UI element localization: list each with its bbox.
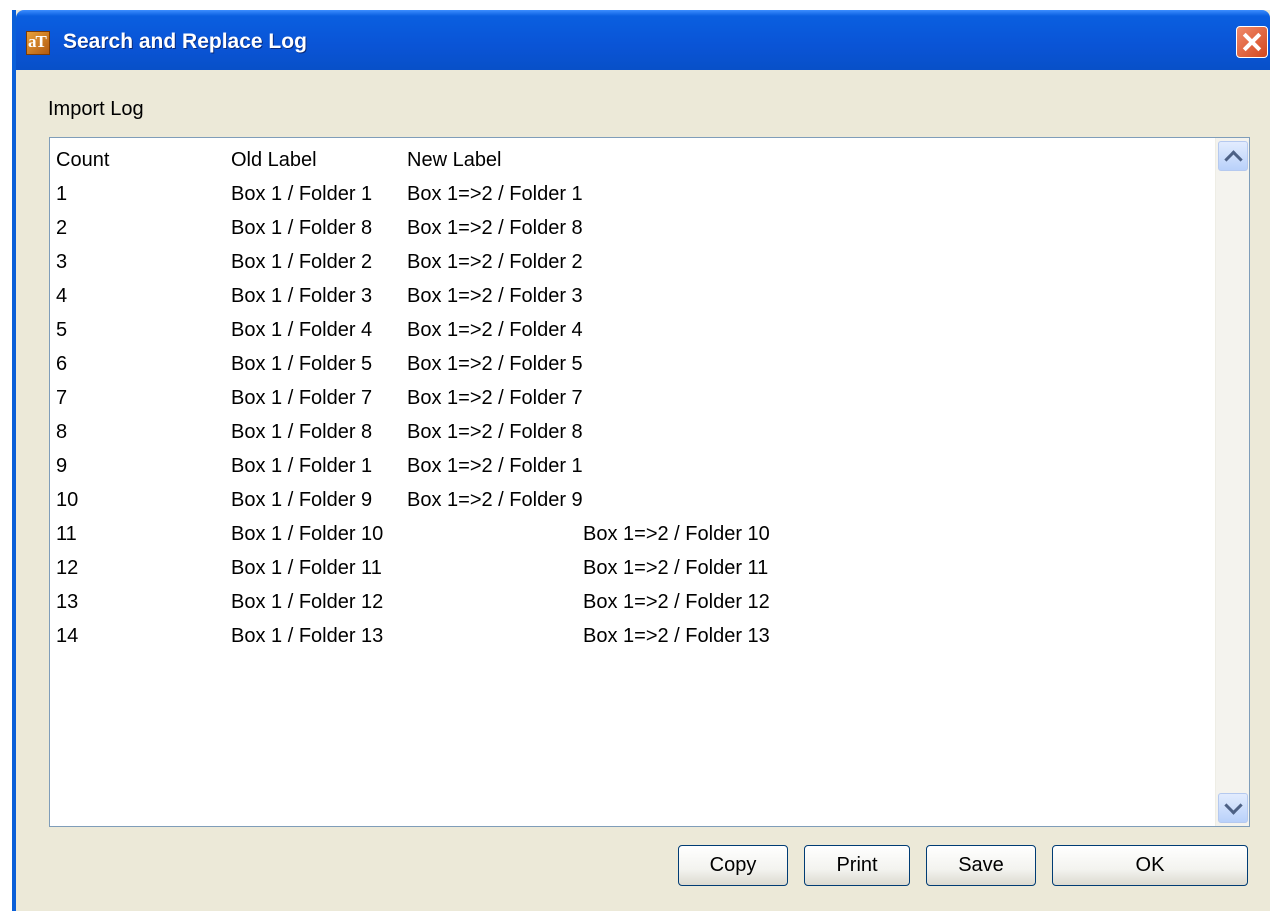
log-count-cell: 10 bbox=[56, 489, 79, 511]
log-new-label-cell: Box 1=>2 / Folder 4 bbox=[407, 319, 583, 341]
ok-button[interactable]: OK bbox=[1052, 845, 1248, 886]
log-row: 11 Box 1 / Folder 10 Box 1=>2 / Folder 10 bbox=[56, 522, 770, 556]
log-count-cell: 3 bbox=[56, 251, 68, 273]
scroll-down-button[interactable] bbox=[1218, 793, 1248, 823]
log-row: 12 Box 1 / Folder 11 Box 1=>2 / Folder 11 bbox=[56, 556, 768, 590]
log-old-label-cell: Box 1 / Folder 1 bbox=[231, 183, 373, 205]
log-row: 13 Box 1 / Folder 12 Box 1=>2 / Folder 12 bbox=[56, 590, 770, 624]
log-new-label-cell: Box 1=>2 / Folder 1 bbox=[407, 455, 583, 477]
log-old-label-cell: Box 1 / Folder 10 bbox=[231, 523, 384, 545]
log-new-label-cell: Box 1=>2 / Folder 11 bbox=[583, 557, 769, 579]
import-log-label: Import Log bbox=[48, 98, 144, 120]
log-count-cell: 4 bbox=[56, 285, 68, 307]
log-header-row: Count Old Label New Label bbox=[56, 148, 502, 182]
log-count-cell: 11 bbox=[56, 523, 77, 545]
log-row: 6 Box 1 / Folder 5 Box 1=>2 / Folder 5 bbox=[56, 352, 583, 386]
log-new-label-cell: Box 1=>2 / Folder 8 bbox=[407, 217, 583, 239]
window-title: Search and Replace Log bbox=[63, 30, 307, 53]
header-count: Count bbox=[56, 149, 110, 171]
app-icon: aT bbox=[26, 31, 50, 55]
log-old-label-cell: Box 1 / Folder 8 bbox=[231, 217, 373, 239]
log-old-label-cell: Box 1 / Folder 3 bbox=[231, 285, 373, 307]
log-count-cell: 6 bbox=[56, 353, 68, 375]
log-new-label-cell: Box 1=>2 / Folder 10 bbox=[583, 523, 770, 545]
log-row: 10 Box 1 / Folder 9 Box 1=>2 / Folder 9 bbox=[56, 488, 583, 522]
log-row: 8 Box 1 / Folder 8 Box 1=>2 / Folder 8 bbox=[56, 420, 583, 454]
log-count-cell: 13 bbox=[56, 591, 79, 613]
chevron-up-icon bbox=[1224, 150, 1243, 169]
log-row: 4 Box 1 / Folder 3 Box 1=>2 / Folder 3 bbox=[56, 284, 583, 318]
header-old-label: Old Label bbox=[231, 149, 317, 171]
log-row: 3 Box 1 / Folder 2 Box 1=>2 / Folder 2 bbox=[56, 250, 583, 284]
vertical-scrollbar[interactable] bbox=[1215, 138, 1249, 826]
scroll-up-button[interactable] bbox=[1218, 141, 1248, 171]
log-row: 9 Box 1 / Folder 1 Box 1=>2 / Folder 1 bbox=[56, 454, 583, 488]
log-row: 5 Box 1 / Folder 4 Box 1=>2 / Folder 4 bbox=[56, 318, 583, 352]
log-old-label-cell: Box 1 / Folder 13 bbox=[231, 625, 384, 647]
log-old-label-cell: Box 1 / Folder 7 bbox=[231, 387, 373, 409]
log-count-cell: 5 bbox=[56, 319, 68, 341]
log-old-label-cell: Box 1 / Folder 2 bbox=[231, 251, 373, 273]
log-new-label-cell: Box 1=>2 / Folder 9 bbox=[407, 489, 583, 511]
log-old-label-cell: Box 1 / Folder 11 bbox=[231, 557, 382, 579]
log-new-label-cell: Box 1=>2 / Folder 2 bbox=[407, 251, 583, 273]
copy-button[interactable]: Copy bbox=[678, 845, 788, 886]
log-count-cell: 14 bbox=[56, 625, 79, 647]
log-old-label-cell: Box 1 / Folder 12 bbox=[231, 591, 384, 613]
save-button[interactable]: Save bbox=[926, 845, 1036, 886]
log-old-label-cell: Box 1 / Folder 8 bbox=[231, 421, 373, 443]
app-icon-text: aT bbox=[28, 32, 47, 51]
log-old-label-cell: Box 1 / Folder 9 bbox=[231, 489, 373, 511]
log-count-cell: 8 bbox=[56, 421, 68, 443]
log-new-label-cell: Box 1=>2 / Folder 8 bbox=[407, 421, 583, 443]
log-count-cell: 2 bbox=[56, 217, 68, 239]
log-new-label-cell: Box 1=>2 / Folder 5 bbox=[407, 353, 583, 375]
log-row: 14 Box 1 / Folder 13 Box 1=>2 / Folder 13 bbox=[56, 624, 770, 658]
log-new-label-cell: Box 1=>2 / Folder 7 bbox=[407, 387, 583, 409]
log-count-cell: 7 bbox=[56, 387, 68, 409]
log-new-label-cell: Box 1=>2 / Folder 3 bbox=[407, 285, 583, 307]
header-new-label: New Label bbox=[407, 149, 502, 171]
log-count-cell: 9 bbox=[56, 455, 68, 477]
log-row: 2 Box 1 / Folder 8 Box 1=>2 / Folder 8 bbox=[56, 216, 583, 250]
log-content: Count Old Label New Label 1 Box 1 / Folde… bbox=[56, 148, 770, 658]
log-count-cell: 12 bbox=[56, 557, 79, 579]
log-count-cell: 1 bbox=[56, 183, 68, 205]
log-old-label-cell: Box 1 / Folder 4 bbox=[231, 319, 373, 341]
log-new-label-cell: Box 1=>2 / Folder 13 bbox=[583, 625, 770, 647]
log-row: 1 Box 1 / Folder 1 Box 1=>2 / Folder 1 bbox=[56, 182, 583, 216]
chevron-down-icon bbox=[1224, 796, 1243, 815]
log-new-label-cell: Box 1=>2 / Folder 1 bbox=[407, 183, 583, 205]
log-new-label-cell: Box 1=>2 / Folder 12 bbox=[583, 591, 770, 613]
log-old-label-cell: Box 1 / Folder 5 bbox=[231, 353, 373, 375]
log-text-area[interactable]: Count Old Label New Label 1 Box 1 / Folde… bbox=[49, 137, 1250, 827]
title-bar[interactable]: aT Search and Replace Log bbox=[16, 10, 1270, 70]
log-row: 7 Box 1 / Folder 7 Box 1=>2 / Folder 7 bbox=[56, 386, 583, 420]
print-button[interactable]: Print bbox=[804, 845, 910, 886]
search-replace-log-dialog: aT Search and Replace Log Import Log Cou… bbox=[12, 10, 1270, 911]
close-icon[interactable] bbox=[1236, 26, 1268, 58]
log-old-label-cell: Box 1 / Folder 1 bbox=[231, 455, 373, 477]
